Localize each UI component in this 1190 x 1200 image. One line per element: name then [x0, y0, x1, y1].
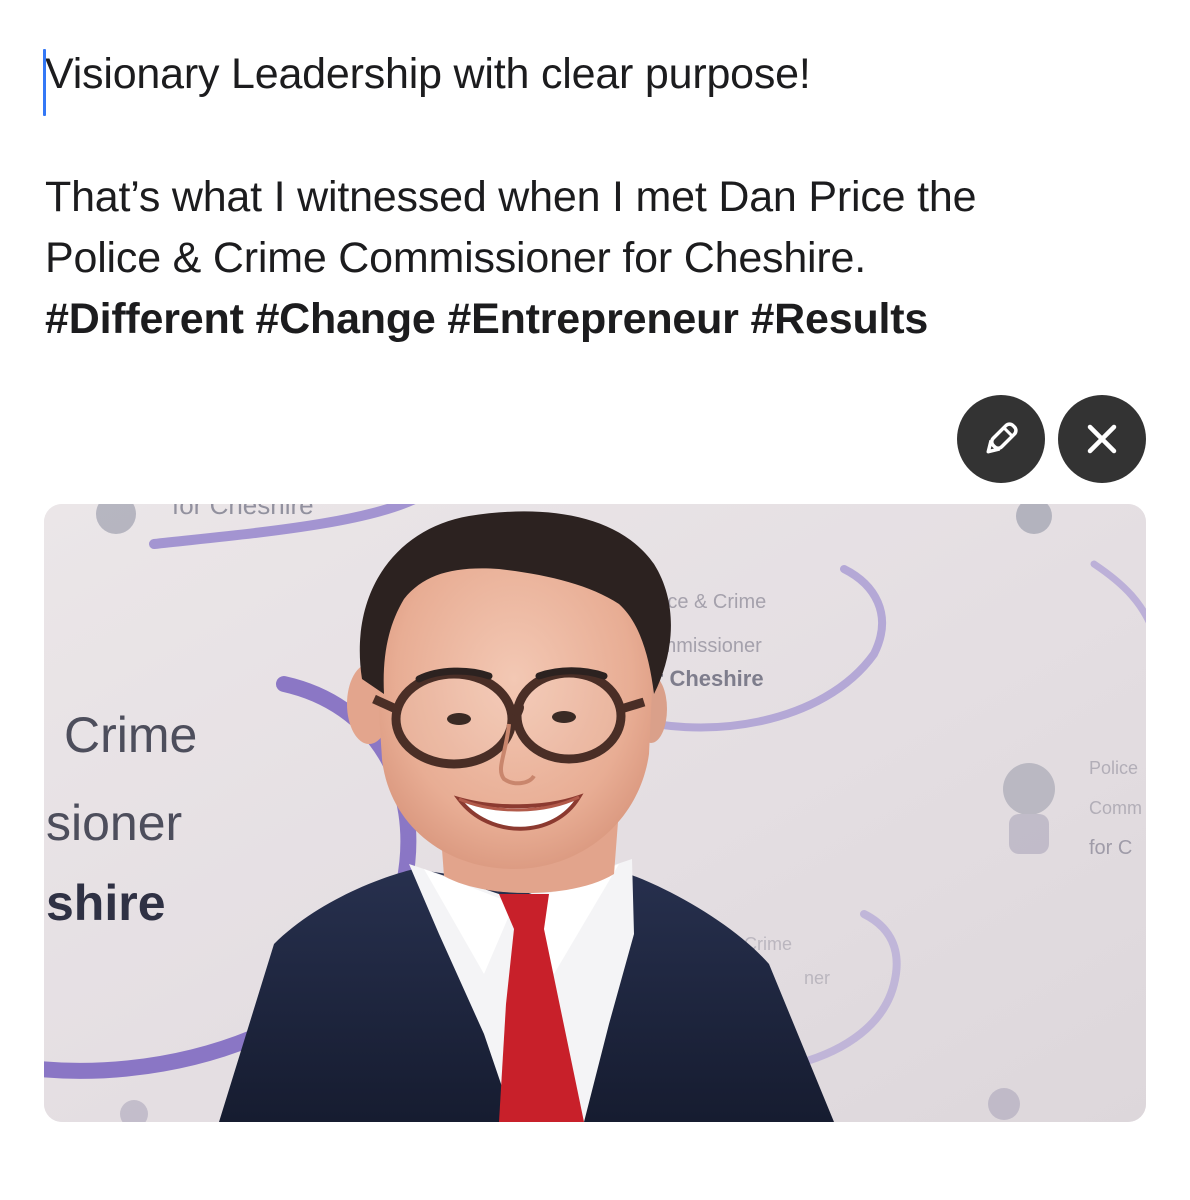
eye [552, 711, 576, 723]
post-body-line: Police & Crime Commissioner for Cheshire… [45, 234, 866, 282]
photo-canvas: for Cheshire Crime sioner shire Police &… [44, 504, 1146, 1122]
attachment-actions [957, 395, 1146, 483]
attached-photo[interactable]: for Cheshire Crime sioner shire Police &… [44, 504, 1146, 1122]
backdrop-text: Police [1089, 758, 1138, 778]
close-icon [1087, 424, 1117, 454]
backdrop-text: Comm [1089, 798, 1142, 818]
backdrop-text: Crime [64, 707, 197, 763]
text-cursor [43, 49, 46, 116]
edit-image-button[interactable] [957, 395, 1045, 483]
backdrop-text: for C [1089, 837, 1132, 859]
backdrop-text: shire [46, 875, 166, 931]
backdrop-text: sioner [46, 795, 182, 851]
remove-image-button[interactable] [1058, 395, 1146, 483]
backdrop-text: ner [804, 968, 830, 988]
post-headline: Visionary Leadership with clear purpose! [45, 50, 811, 98]
backdrop-text: for Cheshire [172, 504, 314, 520]
pencil-icon [986, 422, 1018, 454]
post-text-editor[interactable]: Visionary Leadership with clear purpose!… [43, 44, 1155, 350]
post-hashtags: #Different #Change #Entrepreneur #Result… [45, 295, 929, 343]
post-body-line: That’s what I witnessed when I met Dan P… [45, 173, 977, 221]
eye [447, 713, 471, 725]
